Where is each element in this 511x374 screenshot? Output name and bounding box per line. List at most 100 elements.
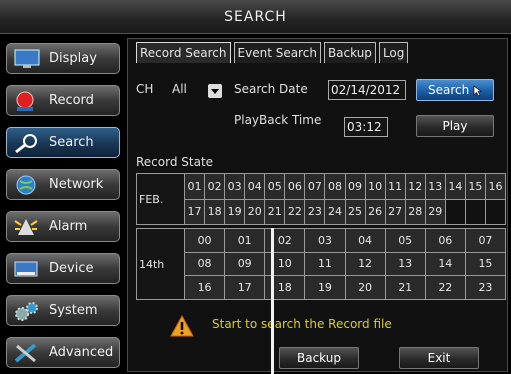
calendar-day-cell[interactable]: 10 [364, 173, 386, 200]
hour-cell[interactable]: 11 [304, 251, 346, 277]
calendar-day-cell[interactable]: 21 [264, 198, 286, 225]
hour-grid-row: 08 09 10 11 12 13 14 15 [137, 251, 507, 277]
calendar-day-cell[interactable]: 16 [484, 173, 507, 200]
hour-cell[interactable]: 20 [344, 275, 386, 300]
hour-cell[interactable]: 06 [424, 228, 466, 253]
search-date-label: Search Date [234, 82, 308, 96]
sidebar-item-alarm[interactable]: Alarm [6, 211, 120, 242]
calendar-day-cell[interactable]: 15 [464, 173, 486, 200]
calendar-day-cell[interactable]: 08 [324, 173, 346, 200]
exit-button[interactable]: Exit [399, 347, 479, 369]
calendar-day-cell[interactable]: 04 [244, 173, 266, 200]
search-button-label: Search [427, 83, 470, 97]
calendar-empty-cell [444, 198, 466, 225]
mouse-cursor-icon [473, 84, 482, 96]
month-grid-row: 17 18 19 20 21 22 23 24 25 26 27 28 29 [137, 198, 507, 225]
month-calendar-grid: FEB. 01 02 03 04 05 06 07 08 09 10 11 12 13 14 15 16 17 18… [136, 173, 507, 225]
hour-grid-row: 16 17 18 19 20 21 22 23 [137, 275, 507, 300]
overlay-divider-line [271, 228, 274, 374]
calendar-day-cell[interactable]: 22 [284, 198, 306, 225]
calendar-day-cell[interactable]: 24 [324, 198, 346, 225]
record-icon [13, 90, 41, 112]
channel-select[interactable]: All [172, 82, 187, 96]
hour-grid-row: 14th 00 01 02 03 04 05 06 07 [136, 228, 507, 300]
tab-log[interactable]: Log [378, 42, 409, 63]
sidebar-item-search[interactable]: Search [6, 127, 120, 158]
hour-cell[interactable]: 23 [464, 275, 507, 300]
calendar-day-cell[interactable]: 26 [364, 198, 386, 225]
hour-cell[interactable]: 19 [304, 275, 346, 300]
calendar-empty-cell [484, 198, 507, 225]
calendar-day-cell[interactable]: 27 [384, 198, 406, 225]
search-panel: Record Search Event Search Backup Log CH… [127, 38, 508, 372]
sidebar-item-label: Alarm [49, 219, 88, 234]
gear-icon [13, 300, 41, 322]
hour-grid: 14th 00 01 02 03 04 05 06 07 08 09 10 11 12 13 14 15 16 17… [136, 228, 507, 300]
month-grid-row: FEB. 01 02 03 04 05 06 07 08 09 10 11 12 13 14 15 16 [136, 173, 507, 225]
calendar-day-cell[interactable]: 19 [224, 198, 246, 225]
sidebar-item-network[interactable]: Network [6, 169, 120, 200]
search-button[interactable]: Search [416, 79, 494, 101]
hour-cell[interactable]: 22 [424, 275, 466, 300]
sidebar-item-label: Record [49, 93, 94, 108]
alarm-icon [13, 216, 41, 238]
calendar-day-cell[interactable]: 11 [384, 173, 406, 200]
magnifier-icon [13, 132, 41, 154]
hour-cell[interactable]: 17 [224, 275, 266, 300]
hour-cell[interactable]: 12 [344, 251, 386, 277]
calendar-day-cell[interactable]: 03 [224, 173, 246, 200]
calendar-day-cell[interactable]: 29 [424, 198, 446, 225]
play-button[interactable]: Play [416, 115, 494, 137]
calendar-day-cell[interactable]: 14 [444, 173, 466, 200]
calendar-day-cell[interactable]: 06 [284, 173, 306, 200]
tab-event-search[interactable]: Event Search [233, 42, 321, 63]
hour-cell[interactable]: 14 [424, 251, 466, 277]
record-state-label: Record State [136, 155, 214, 169]
hour-cell[interactable]: 03 [304, 228, 346, 253]
calendar-day-cell[interactable]: 13 [424, 173, 446, 200]
calendar-day-cell[interactable]: 02 [204, 173, 226, 200]
sidebar-item-label: Network [49, 177, 104, 192]
playback-time-field[interactable]: 03:12 [344, 117, 388, 137]
hour-cell[interactable]: 16 [183, 275, 226, 300]
hour-cell[interactable]: 21 [384, 275, 426, 300]
hour-cell[interactable]: 13 [384, 251, 426, 277]
hour-cell[interactable]: 05 [384, 228, 426, 253]
hour-cell[interactable]: 07 [464, 228, 507, 253]
calendar-day-cell[interactable]: 25 [344, 198, 366, 225]
sidebar-item-label: Advanced [49, 345, 114, 360]
hour-cell[interactable]: 01 [224, 228, 266, 253]
hour-cell[interactable]: 00 [183, 228, 226, 253]
sidebar-item-advanced[interactable]: Advanced [6, 337, 120, 368]
sidebar-item-record[interactable]: Record [6, 85, 120, 116]
sidebar-item-label: System [49, 303, 98, 318]
tab-record-search[interactable]: Record Search [136, 42, 231, 63]
calendar-day-cell[interactable]: 07 [304, 173, 326, 200]
calendar-day-cell[interactable]: 20 [244, 198, 266, 225]
calendar-empty-cell [464, 198, 486, 225]
channel-dropdown-button[interactable] [208, 84, 222, 98]
hour-cell[interactable]: 09 [224, 251, 266, 277]
hour-cell[interactable]: 15 [464, 251, 507, 277]
calendar-day-cell[interactable]: 23 [304, 198, 326, 225]
sidebar-item-device[interactable]: Device [6, 253, 120, 284]
calendar-day-cell[interactable]: 28 [404, 198, 426, 225]
search-date-field[interactable]: 02/14/2012 [328, 80, 406, 100]
window-title: SEARCH [0, 0, 511, 34]
globe-icon [13, 174, 41, 196]
tab-backup[interactable]: Backup [323, 42, 376, 63]
calendar-day-cell[interactable]: 17 [183, 198, 206, 225]
calendar-day-cell[interactable]: 18 [204, 198, 226, 225]
hard-drive-icon [13, 258, 41, 280]
sidebar-item-system[interactable]: System [6, 295, 120, 326]
hour-cell[interactable]: 08 [183, 251, 226, 277]
calendar-day-cell[interactable]: 01 [183, 173, 206, 200]
calendar-day-cell[interactable]: 05 [264, 173, 286, 200]
sidebar-item-display[interactable]: Display [6, 43, 120, 74]
calendar-day-cell[interactable]: 12 [404, 173, 426, 200]
calendar-day-cell[interactable]: 09 [344, 173, 366, 200]
hour-cell[interactable]: 04 [344, 228, 386, 253]
channel-label: CH [136, 82, 154, 96]
backup-button[interactable]: Backup [279, 347, 359, 369]
sidebar-item-label: Display [49, 51, 97, 66]
